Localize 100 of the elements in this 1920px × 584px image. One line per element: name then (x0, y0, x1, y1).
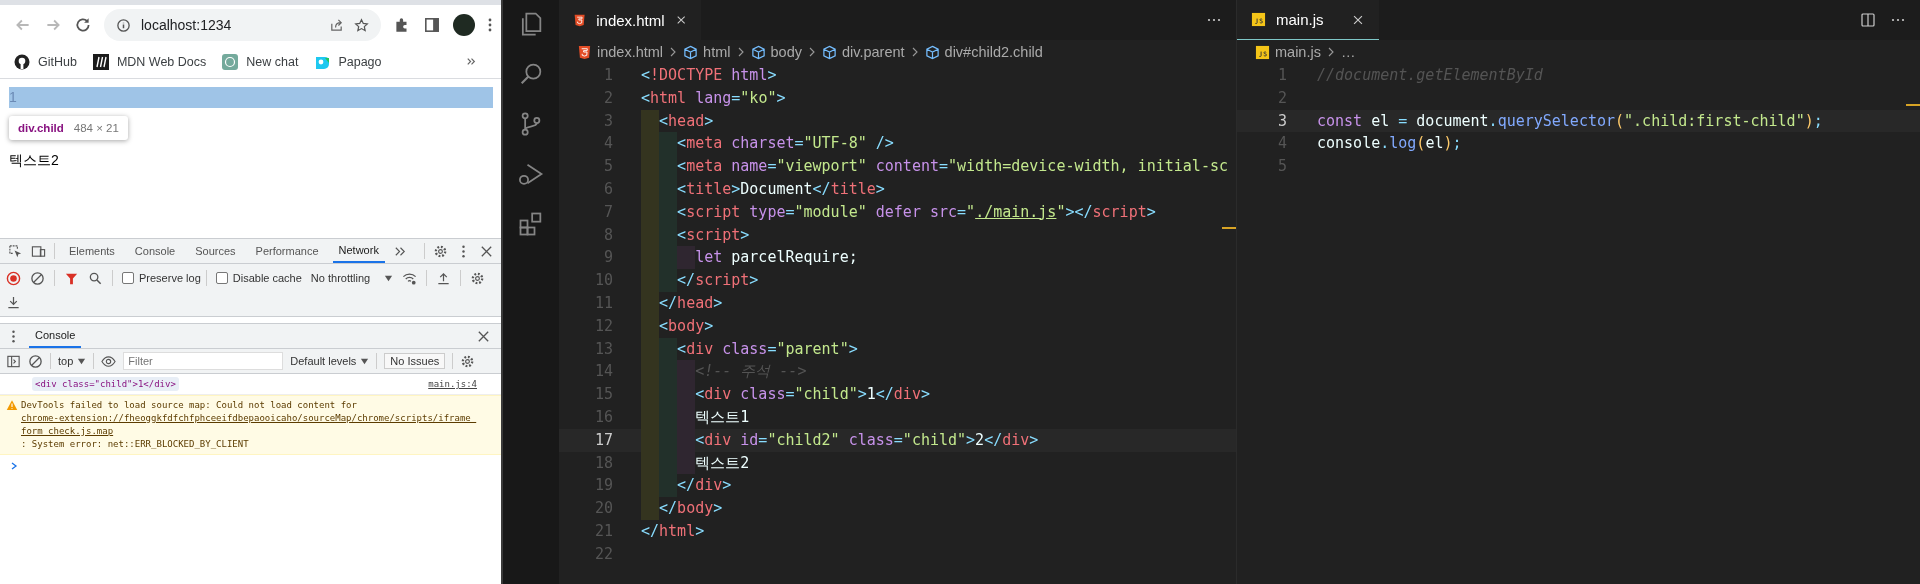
code-token: lang (694, 87, 732, 109)
code-token: div (695, 475, 723, 497)
wifi-settings-icon[interactable] (402, 270, 418, 286)
code-token: script (695, 270, 750, 292)
breadcrumb[interactable]: main.js (1255, 44, 1321, 60)
editor-tab[interactable]: main.js (1237, 0, 1379, 40)
info-icon[interactable] (116, 17, 131, 33)
html5-icon (573, 12, 587, 28)
code-token: = (794, 133, 804, 155)
code-token: querySelector (1497, 110, 1616, 132)
device-icon[interactable] (31, 243, 46, 259)
breadcrumb[interactable]: index.html (577, 44, 664, 60)
checkbox[interactable] (122, 272, 134, 284)
record-icon[interactable] (6, 270, 21, 286)
prompt-icon[interactable] (9, 461, 19, 471)
code-token: </ (641, 520, 660, 542)
code-token: console (1317, 133, 1381, 155)
bookmark[interactable]: New chat (222, 53, 299, 70)
code-token: class (739, 384, 786, 406)
upload-icon[interactable] (436, 270, 452, 286)
context-dropdown[interactable]: top (58, 355, 87, 367)
issues-button[interactable]: No Issues (384, 353, 446, 369)
code-token: > (848, 338, 858, 360)
bookmark-label: GitHub (38, 54, 77, 69)
code-token: div (1002, 429, 1030, 451)
devtools-tab[interactable]: Elements (63, 239, 121, 263)
code-token: > (704, 110, 714, 132)
code-token: = (785, 201, 795, 223)
address-bar[interactable]: localhost:1234 (104, 9, 381, 41)
code-token: name (730, 156, 768, 178)
logged-element[interactable]: <div class="child">1</div> (32, 377, 179, 391)
reload-icon[interactable] (74, 16, 92, 34)
checkbox[interactable] (215, 272, 228, 284)
code-token: body (677, 498, 714, 520)
side-panel-icon[interactable] (423, 16, 441, 34)
mdn-icon (92, 53, 109, 70)
devtools-tab[interactable]: Performance (249, 239, 325, 263)
code-token: " (1056, 201, 1066, 223)
throttling-dropdown[interactable]: No throttling (310, 272, 394, 284)
code-token: html (659, 520, 696, 542)
code-token: div (893, 384, 921, 406)
overview-ruler-marker (1222, 227, 1236, 229)
filter-field[interactable]: Filter (123, 352, 284, 370)
code-token: < (695, 429, 705, 451)
breadcrumb[interactable]: html (683, 44, 731, 60)
breadcrumb[interactable]: … (1340, 44, 1356, 60)
page-text: 1 (9, 87, 493, 108)
editor-tab[interactable]: index.html (559, 0, 701, 40)
code-token: script (1092, 201, 1147, 223)
clear-icon[interactable] (28, 353, 43, 369)
star-icon[interactable] (354, 17, 369, 33)
devtools-tab[interactable]: Sources (189, 239, 242, 263)
bookmark[interactable]: Papago (314, 53, 382, 70)
code-token: > (920, 384, 930, 406)
code-token: = (1398, 110, 1408, 132)
warning-message: DevTools failed to load source map: Could not load content for (21, 399, 358, 412)
sidebar-icon[interactable] (6, 353, 21, 369)
page-text: 텍스트2 (9, 151, 60, 170)
code-token: script (686, 201, 741, 223)
bookmark[interactable]: GitHub (14, 53, 77, 70)
eye-icon[interactable] (101, 353, 117, 369)
menu-icon[interactable] (487, 17, 493, 33)
split-editor-icon[interactable] (1860, 12, 1876, 28)
code-token: = (939, 156, 949, 178)
code-token: < (677, 156, 687, 178)
avatar-icon[interactable] (453, 14, 475, 36)
code-token: = (758, 429, 768, 451)
search-icon[interactable] (88, 270, 103, 286)
code-token: class (847, 429, 894, 451)
code-token: div (686, 338, 714, 360)
code-token: > (740, 224, 750, 246)
cube-icon (821, 44, 837, 60)
levels-dropdown[interactable]: Default levels (290, 355, 370, 367)
code-token: = (767, 156, 777, 178)
breadcrumb[interactable]: div#child2.child (924, 44, 1043, 60)
devtools-tab[interactable]: Console (128, 239, 182, 263)
breadcrumb[interactable]: div.parent (821, 44, 905, 60)
source-link[interactable]: main.js:4 (428, 379, 477, 389)
code-token: < (677, 179, 687, 200)
settings-icon[interactable] (432, 243, 448, 259)
code-token: > (767, 65, 777, 86)
settings-icon[interactable] (470, 270, 486, 286)
breadcrumb[interactable]: body (750, 44, 802, 60)
code-token: < (659, 110, 669, 132)
code-token: title (686, 179, 732, 200)
download-icon[interactable] (6, 294, 21, 310)
code-token: defer src (874, 201, 958, 223)
settings-icon[interactable] (460, 353, 476, 369)
code-token: content (874, 156, 939, 178)
bookmark[interactable]: MDN Web Docs (92, 53, 207, 70)
code-token: el (1370, 110, 1391, 132)
code-token: < (677, 201, 687, 223)
share-icon[interactable] (329, 17, 344, 33)
warning-link[interactable]: chrome-extension://fheoggkfdfchfphceeifdbepaooicaho/sourceMap/chrome/scripts/iframe_form_check.js.map (21, 412, 481, 438)
inspect-icon[interactable] (8, 243, 23, 259)
clear-icon[interactable] (30, 270, 45, 286)
code-token: < (677, 224, 687, 246)
code-token: > (704, 315, 714, 337)
checkbox-label: Preserve log (139, 272, 201, 284)
code-token: body (668, 315, 705, 337)
